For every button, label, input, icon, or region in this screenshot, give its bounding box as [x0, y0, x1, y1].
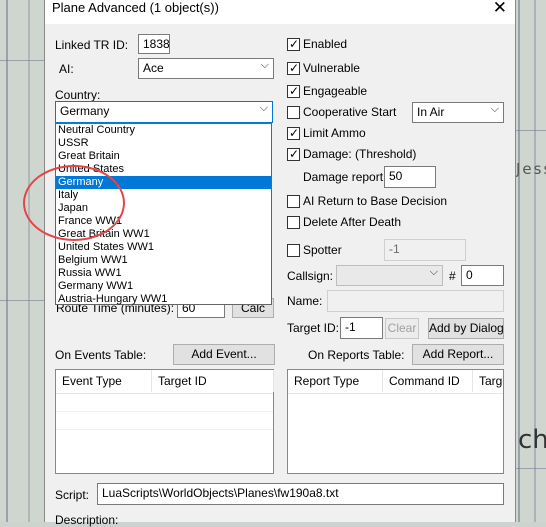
country-option[interactable]: Neutral Country	[56, 124, 271, 137]
damage-checkbox[interactable]: ✓	[287, 147, 300, 161]
country-option[interactable]: Russia WW1	[56, 267, 271, 280]
country-option[interactable]: Germany	[56, 176, 271, 189]
country-option[interactable]: USSR	[56, 137, 271, 150]
country-option[interactable]: United States	[56, 163, 271, 176]
country-option[interactable]: France WW1	[56, 215, 271, 228]
chevron-down-icon: ⌵	[490, 103, 499, 115]
country-option[interactable]: Great Britain WW1	[56, 228, 271, 241]
delete-after-death-checkbox[interactable]	[287, 216, 300, 229]
check-icon: ✓	[289, 61, 300, 75]
country-option[interactable]: United States WW1	[56, 241, 271, 254]
country-select[interactable]: Germany ⌵	[55, 101, 273, 123]
country-option[interactable]: Belgium WW1	[56, 254, 271, 267]
cooperative-start-label: Cooperative Start	[303, 105, 397, 119]
start-mode-value: In Air	[417, 105, 445, 119]
country-option[interactable]: Great Britain	[56, 150, 271, 163]
chevron-down-icon: ⌵	[429, 266, 438, 278]
row-divider	[56, 429, 273, 430]
target-id-label: Target ID:	[287, 321, 340, 335]
target-id-field[interactable]: -1	[340, 317, 383, 339]
reports-table[interactable]: Report Type Command ID Targe	[287, 369, 504, 474]
callsign-hash-label: #	[449, 269, 456, 283]
linked-tr-label: Linked TR ID:	[55, 38, 129, 52]
country-option[interactable]: Italy	[56, 189, 271, 202]
spotter-checkbox[interactable]	[287, 244, 300, 257]
window-title: Plane Advanced (1 object(s))	[52, 0, 219, 15]
chevron-down-icon: ⌵	[259, 102, 268, 114]
ai-return-checkbox[interactable]	[287, 195, 300, 208]
header-divider	[56, 393, 273, 394]
row-divider	[56, 411, 273, 412]
callsign-label: Callsign:	[287, 269, 334, 283]
callsign-select[interactable]: ⌵	[336, 265, 443, 286]
engageable-checkbox[interactable]: ✓	[287, 84, 300, 98]
country-dropdown-list[interactable]: Neutral Country USSR Great Britain United S…	[55, 123, 272, 305]
title-bar: Plane Advanced (1 object(s)) ✕	[45, 0, 515, 24]
description-label: Description:	[55, 513, 119, 527]
enabled-checkbox[interactable]: ✓	[287, 37, 300, 51]
events-table[interactable]: Event Type Target ID	[55, 369, 274, 474]
column-header[interactable]: Command ID	[383, 370, 473, 392]
add-event-button[interactable]: Add Event...	[173, 344, 275, 365]
country-label: Country:	[55, 88, 101, 102]
ai-label: AI:	[59, 62, 74, 76]
name-label: Name:	[287, 294, 323, 308]
events-table-label: On Events Table:	[55, 348, 147, 362]
ai-return-label: AI Return to Base Decision	[303, 194, 448, 208]
close-icon[interactable]: ✕	[493, 0, 507, 18]
map-label: Jessi	[516, 160, 546, 178]
linked-tr-field[interactable]: 18389	[138, 34, 170, 54]
map-label: ch	[518, 425, 546, 455]
ai-select[interactable]: Ace ⌵	[138, 58, 274, 79]
start-mode-select[interactable]: In Air ⌵	[412, 102, 504, 123]
engageable-label: Engageable	[303, 84, 368, 98]
country-option[interactable]: Austria-Hungary WW1	[56, 293, 271, 306]
country-option[interactable]: Germany WW1	[56, 280, 271, 293]
country-value: Germany	[60, 104, 110, 118]
country-option[interactable]: Japan	[56, 202, 271, 215]
delete-after-death-label: Delete After Death	[303, 215, 402, 229]
vulnerable-label: Vulnerable	[303, 61, 360, 75]
spotter-label: Spotter	[303, 243, 342, 257]
enabled-label: Enabled	[303, 37, 348, 51]
limit-ammo-label: Limit Ammo	[303, 126, 366, 140]
limit-ammo-checkbox[interactable]: ✓	[287, 126, 300, 140]
ai-value: Ace	[143, 61, 164, 75]
check-icon: ✓	[289, 37, 300, 51]
add-by-dialog-button[interactable]: Add by Dialog	[428, 318, 504, 339]
vulnerable-checkbox[interactable]: ✓	[287, 61, 300, 75]
name-field[interactable]	[327, 290, 504, 312]
column-header[interactable]: Report Type	[288, 370, 383, 392]
callsign-number-field[interactable]: 0	[461, 265, 504, 286]
damage-label: Damage: (Threshold)	[303, 147, 417, 161]
check-icon: ✓	[289, 84, 300, 98]
column-header[interactable]: Event Type	[56, 370, 152, 392]
header-divider	[288, 393, 503, 394]
column-header[interactable]: Target ID	[152, 370, 274, 392]
add-report-button[interactable]: Add Report...	[412, 344, 504, 365]
script-label: Script:	[55, 488, 90, 502]
chevron-down-icon: ⌵	[260, 59, 269, 71]
column-header[interactable]: Targe	[473, 370, 503, 392]
reports-table-label: On Reports Table:	[308, 348, 405, 362]
spotter-field[interactable]: -1	[384, 239, 466, 261]
damage-report-label: Damage report:	[303, 170, 387, 184]
cooperative-start-checkbox[interactable]	[287, 106, 300, 119]
check-icon: ✓	[289, 147, 300, 161]
script-field[interactable]: LuaScripts\WorldObjects\Planes\fw190a8.t…	[97, 483, 504, 505]
check-icon: ✓	[289, 126, 300, 140]
damage-report-field[interactable]: 50	[384, 166, 436, 188]
clear-button[interactable]: Clear	[385, 318, 419, 339]
